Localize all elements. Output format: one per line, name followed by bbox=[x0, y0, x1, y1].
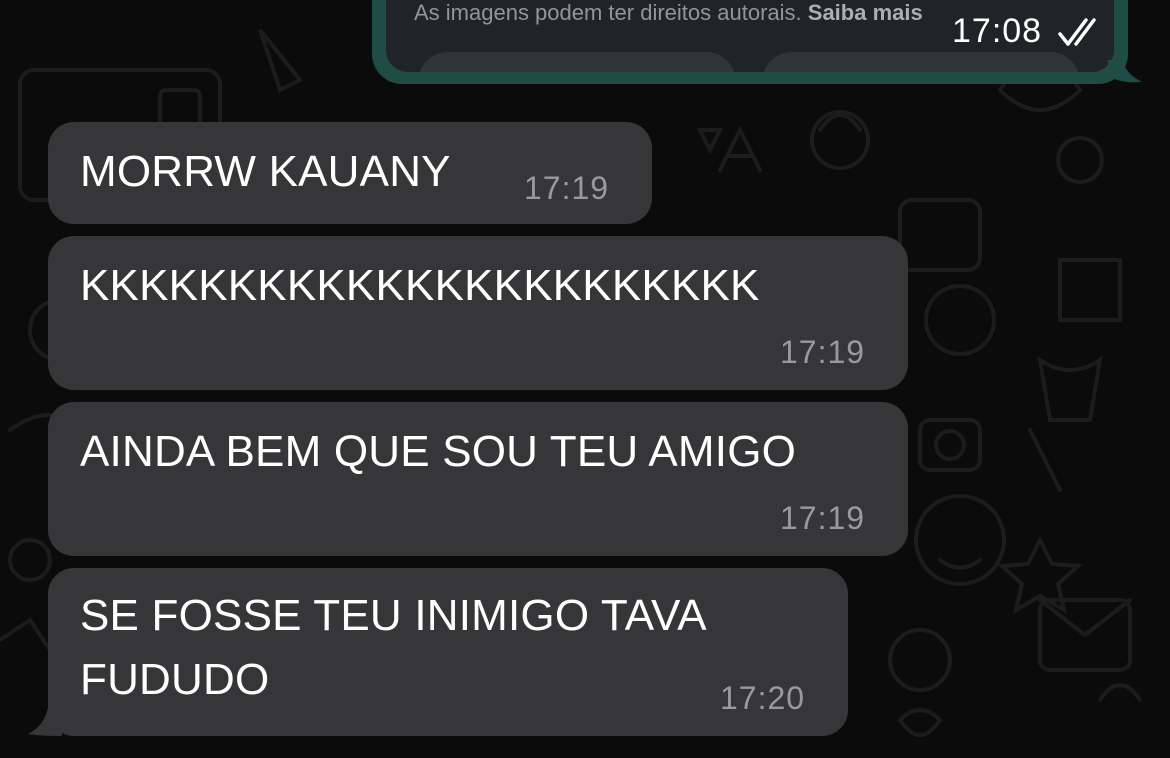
double-check-read-icon bbox=[1058, 18, 1096, 46]
message-time: 17:19 bbox=[524, 170, 610, 206]
message-text: AINDA BEM QUE SOU TEU AMIGO bbox=[80, 427, 797, 476]
copyright-caption: As imagens podem ter direitos autorais. … bbox=[414, 0, 923, 26]
message-bubble[interactable]: MORRW KAUANY 17:19 bbox=[48, 122, 652, 224]
sent-action-button-left[interactable] bbox=[418, 52, 736, 72]
message-time: 17:19 bbox=[780, 500, 866, 536]
sent-bubble-tail bbox=[1108, 60, 1142, 83]
caption-text: As imagens podem ter direitos autorais. bbox=[414, 0, 802, 25]
received-bubble-tail bbox=[28, 708, 62, 736]
sent-message-bubble[interactable]: As imagens podem ter direitos autorais. … bbox=[372, 0, 1128, 84]
message-time: 17:19 bbox=[780, 334, 866, 370]
sent-action-button-right[interactable] bbox=[762, 52, 1080, 72]
message-text: SE FOSSE TEU INIMIGO TAVA FUDUDO bbox=[80, 591, 707, 704]
message-time: 17:20 bbox=[720, 680, 806, 716]
sent-message-time: 17:08 bbox=[952, 12, 1043, 50]
message-bubble[interactable]: AINDA BEM QUE SOU TEU AMIGO 17:19 bbox=[48, 402, 908, 556]
message-bubble[interactable]: SE FOSSE TEU INIMIGO TAVA FUDUDO 17:20 bbox=[48, 568, 848, 736]
sent-message-content: As imagens podem ter direitos autorais. … bbox=[386, 0, 1114, 72]
message-text: KKKKKKKKKKKKKKKKKKKKKKK bbox=[80, 261, 760, 310]
message-text: MORRW KAUANY bbox=[80, 147, 451, 196]
saiba-mais-link[interactable]: Saiba mais bbox=[808, 0, 923, 25]
message-bubble[interactable]: KKKKKKKKKKKKKKKKKKKKKKK 17:19 bbox=[48, 236, 908, 390]
